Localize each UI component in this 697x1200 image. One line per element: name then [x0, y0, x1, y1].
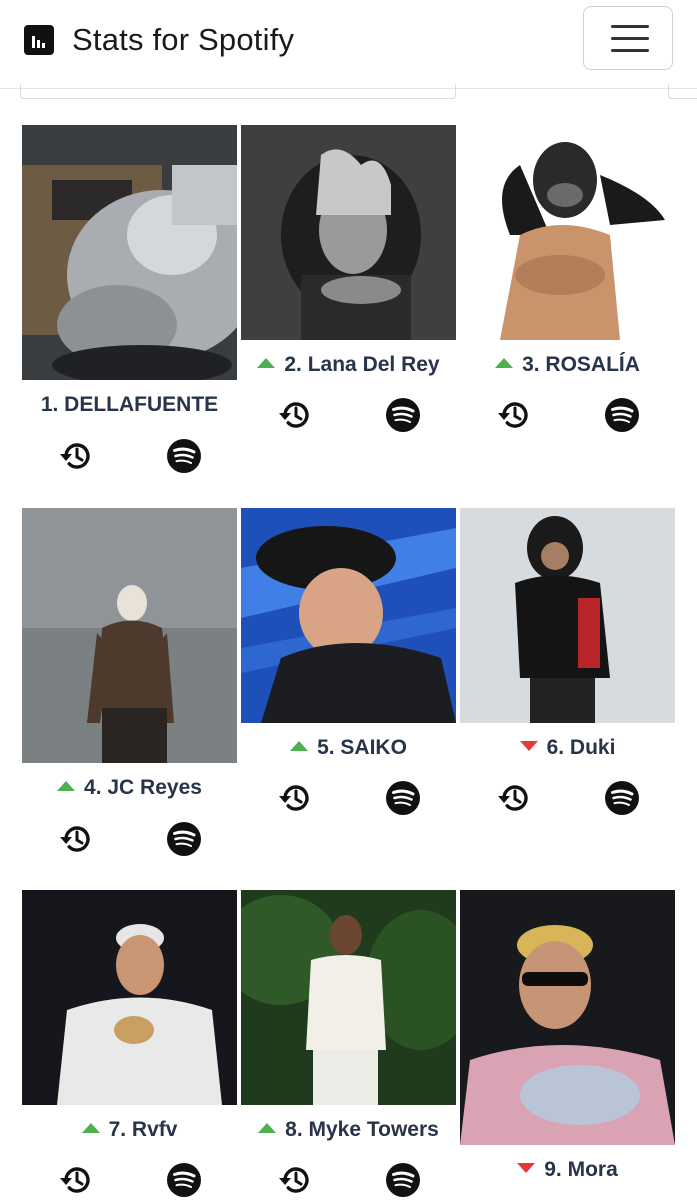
trend-down-icon	[517, 1163, 536, 1174]
card-actions	[460, 397, 675, 433]
navbar: Stats for Spotify	[0, 0, 697, 89]
history-icon[interactable]	[496, 397, 532, 433]
artist-photo	[22, 125, 237, 380]
hamburger-line	[611, 49, 649, 52]
spotify-icon[interactable]	[385, 780, 421, 816]
artist-rank-label: 3. ROSALÍA	[522, 353, 640, 376]
artist-rank-label: 7. Rvfv	[108, 1118, 178, 1141]
artist-photo	[460, 125, 675, 340]
hamburger-line	[611, 25, 649, 28]
artist-rank-label: 1. DELLAFUENTE	[40, 393, 219, 416]
menu-toggle-button[interactable]	[583, 6, 673, 70]
artist-rank-label: 4. JC Reyes	[84, 776, 202, 799]
filter-select[interactable]	[668, 84, 697, 99]
history-icon[interactable]	[58, 821, 94, 857]
trend-up-icon	[290, 741, 309, 752]
spotify-icon[interactable]	[604, 780, 640, 816]
card-actions	[241, 1162, 456, 1198]
artist-name[interactable]: 3. ROSALÍA	[452, 353, 683, 377]
artist-photo	[241, 890, 456, 1105]
trend-up-icon	[57, 781, 76, 792]
artist-rank-label: 6. Duki	[546, 736, 616, 759]
artist-rank-label: 8. Myke Towers	[285, 1118, 439, 1141]
artist-rank-label: 2. Lana Del Rey	[284, 353, 440, 376]
artist-photo	[460, 508, 675, 723]
artist-name[interactable]: 7. Rvfv	[14, 1118, 245, 1142]
artist-name[interactable]: 1. DELLAFUENTE	[14, 393, 245, 417]
artist-name[interactable]: 8. Myke Towers	[233, 1118, 464, 1142]
spotify-icon[interactable]	[385, 1162, 421, 1198]
card-actions	[241, 780, 456, 816]
card-actions	[241, 397, 456, 433]
artist-photo	[22, 508, 237, 763]
artist-name[interactable]: 9. Mora	[452, 1158, 683, 1182]
artist-rank-label: 5. SAIKO	[317, 736, 407, 759]
trend-up-icon	[258, 1123, 277, 1134]
artist-photo	[22, 890, 237, 1105]
history-icon[interactable]	[58, 438, 94, 474]
trend-down-icon	[519, 741, 538, 752]
hamburger-line	[611, 37, 649, 40]
artist-name[interactable]: 6. Duki	[452, 736, 683, 760]
search-input[interactable]	[20, 84, 456, 99]
artist-photo	[241, 125, 456, 340]
history-icon[interactable]	[277, 1162, 313, 1198]
spotify-icon[interactable]	[385, 397, 421, 433]
artist-name[interactable]: 4. JC Reyes	[14, 776, 245, 800]
spotify-icon[interactable]	[604, 397, 640, 433]
trend-up-icon	[257, 358, 276, 369]
artist-photo	[460, 890, 675, 1145]
spotify-icon[interactable]	[166, 821, 202, 857]
trend-up-icon	[495, 358, 514, 369]
history-icon[interactable]	[58, 1162, 94, 1198]
artist-name[interactable]: 5. SAIKO	[233, 736, 464, 760]
artist-name[interactable]: 2. Lana Del Rey	[233, 353, 464, 377]
app-title: Stats for Spotify	[72, 22, 295, 57]
card-actions	[22, 438, 237, 474]
card-actions	[460, 780, 675, 816]
artist-photo	[241, 508, 456, 723]
history-icon[interactable]	[496, 780, 532, 816]
history-icon[interactable]	[277, 780, 313, 816]
card-actions	[22, 1162, 237, 1198]
spotify-icon[interactable]	[166, 1162, 202, 1198]
artist-rank-label: 9. Mora	[544, 1158, 618, 1181]
card-actions	[22, 821, 237, 857]
history-icon[interactable]	[277, 397, 313, 433]
bar-chart-icon	[24, 25, 54, 55]
spotify-icon[interactable]	[166, 438, 202, 474]
brand[interactable]: Stats for Spotify	[24, 20, 294, 60]
trend-up-icon	[81, 1123, 100, 1134]
